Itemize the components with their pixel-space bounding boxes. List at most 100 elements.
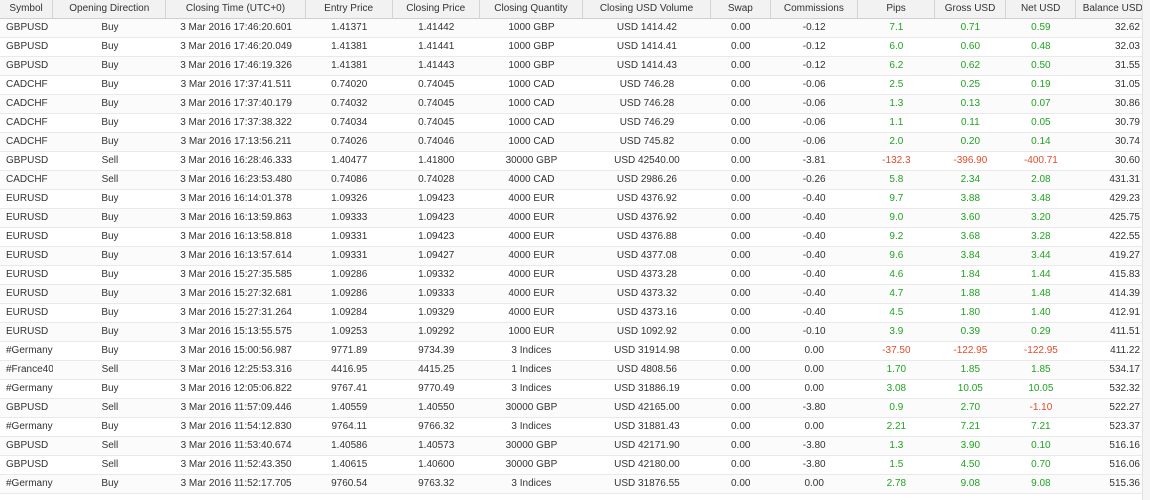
table-row[interactable]: EURUSD Buy 3 Mar 2016 15:27:32.681 1.09286 1… (0, 285, 1150, 304)
cell-entry-price: 0.74086 (331, 174, 368, 185)
cell-commissions: -3.80 (802, 459, 826, 470)
cell-symbol: GBPUSD (6, 41, 49, 52)
cell-commissions: -0.06 (802, 98, 826, 109)
table-row[interactable]: CADCHF Buy 3 Mar 2016 17:13:56.211 0.74026 0… (0, 133, 1150, 152)
cell-pips: 1.70 (886, 364, 907, 375)
cell-entry-price: 1.09331 (331, 250, 368, 261)
table-row[interactable]: CADCHF Buy 3 Mar 2016 17:37:41.511 0.74020 0… (0, 76, 1150, 95)
table-row[interactable]: #Germany30 Buy 3 Mar 2016 12:05:06.822 9767… (0, 380, 1150, 399)
cell-gross-usd: 9.08 (960, 478, 981, 489)
cell-pips: 2.78 (886, 478, 907, 489)
table-row[interactable]: EURUSD Buy 3 Mar 2016 15:27:31.264 1.09284 1… (0, 304, 1150, 323)
cell-closing-usd-volume: USD 42165.00 (614, 402, 680, 413)
cell-closing-price: 0.74028 (418, 174, 455, 185)
cell-commissions: -0.06 (802, 117, 826, 128)
cell-closing-usd-volume: USD 746.28 (619, 98, 675, 109)
cell-symbol: GBPUSD (6, 22, 49, 33)
cell-pips: 3.08 (886, 383, 907, 394)
cell-closing-quantity: 4000 EUR (508, 307, 555, 318)
cell-closing-quantity: 3 Indices (511, 345, 552, 356)
table-row[interactable]: #Germany30 Buy 3 Mar 2016 11:52:17.705 9760… (0, 475, 1150, 494)
trade-history-table: Symbol Opening Direction Closing Time (UTC… (0, 0, 1150, 494)
table-row[interactable]: #Germany30 Buy 3 Mar 2016 15:00:56.987 9771… (0, 342, 1150, 361)
cell-entry-price: 1.40559 (331, 402, 368, 413)
cell-symbol: CADCHF (6, 136, 48, 147)
table-row[interactable]: CADCHF Sell 3 Mar 2016 16:23:53.480 0.74086… (0, 171, 1150, 190)
table-row[interactable]: GBPUSD Buy 3 Mar 2016 17:46:19.326 1.41381 1… (0, 57, 1150, 76)
column-header-commissions[interactable]: Commissions (771, 0, 858, 18)
cell-closing-usd-volume: USD 2986.26 (616, 174, 677, 185)
table-row[interactable]: EURUSD Buy 3 Mar 2016 15:27:35.585 1.09286 1… (0, 266, 1150, 285)
cell-closing-quantity: 4000 EUR (508, 269, 555, 280)
cell-closing-time: 3 Mar 2016 17:37:40.179 (180, 98, 292, 109)
cell-swap: 0.00 (730, 440, 751, 451)
table-row[interactable]: GBPUSD Sell 3 Mar 2016 11:57:09.446 1.40559… (0, 399, 1150, 418)
column-header-closing-quantity[interactable]: Closing Quantity (480, 0, 584, 18)
table-row[interactable]: GBPUSD Sell 3 Mar 2016 11:53:40.674 1.40586… (0, 437, 1150, 456)
cell-commissions: -0.12 (802, 22, 826, 33)
cell-commissions: -0.40 (802, 193, 826, 204)
table-row[interactable]: EURUSD Buy 3 Mar 2016 15:13:55.575 1.09253 1… (0, 323, 1150, 342)
cell-closing-time: 3 Mar 2016 11:52:43.350 (180, 459, 292, 470)
cell-balance-usd: 532.32 (1109, 383, 1140, 394)
cell-balance-usd: 30.79 (1114, 117, 1140, 128)
cell-entry-price: 1.41371 (331, 22, 368, 33)
table-row[interactable]: #Germany30 Buy 3 Mar 2016 11:54:12.830 9764… (0, 418, 1150, 437)
cell-symbol: EURUSD (6, 307, 49, 318)
cell-net-usd: 0.50 (1031, 60, 1051, 71)
table-row[interactable]: GBPUSD Sell 3 Mar 2016 11:52:43.350 1.40615… (0, 456, 1150, 475)
cell-closing-quantity: 30000 GBP (505, 155, 558, 166)
cell-closing-quantity: 3 Indices (511, 478, 552, 489)
cell-symbol: EURUSD (6, 250, 49, 261)
cell-gross-usd: 0.60 (960, 41, 981, 52)
column-header-balance-usd[interactable]: Balance USD (1076, 0, 1150, 18)
column-header-swap[interactable]: Swap (711, 0, 771, 18)
cell-net-usd: 0.05 (1031, 117, 1051, 128)
table-row[interactable]: GBPUSD Buy 3 Mar 2016 17:46:20.601 1.41371 1… (0, 19, 1150, 38)
table-row[interactable]: EURUSD Buy 3 Mar 2016 16:14:01.378 1.09326 1… (0, 190, 1150, 209)
table-row[interactable]: EURUSD Buy 3 Mar 2016 16:13:59.863 1.09333 1… (0, 209, 1150, 228)
cell-symbol: EURUSD (6, 269, 49, 280)
cell-closing-usd-volume: USD 4808.56 (616, 364, 677, 375)
table-row[interactable]: EURUSD Buy 3 Mar 2016 16:13:57.614 1.09331 1… (0, 247, 1150, 266)
cell-closing-price: 1.09423 (418, 212, 455, 223)
table-row[interactable]: GBPUSD Sell 3 Mar 2016 16:28:46.333 1.40477… (0, 152, 1150, 171)
cell-opening-direction: Buy (101, 345, 119, 356)
cell-pips: 2.21 (886, 421, 907, 432)
vertical-scrollbar[interactable] (1142, 0, 1150, 500)
cell-closing-quantity: 4000 EUR (508, 231, 555, 242)
column-header-opening-direction[interactable]: Opening Direction (53, 0, 167, 18)
cell-pips: 0.9 (889, 402, 904, 413)
cell-gross-usd: 3.68 (960, 231, 981, 242)
column-header-symbol[interactable]: Symbol (0, 0, 54, 18)
table-row[interactable]: CADCHF Buy 3 Mar 2016 17:37:40.179 0.74032 0… (0, 95, 1150, 114)
cell-gross-usd: 10.05 (957, 383, 983, 394)
column-header-gross-usd[interactable]: Gross USD (935, 0, 1006, 18)
column-header-closing-usd-volume[interactable]: Closing USD Volume (583, 0, 711, 18)
column-header-entry-price[interactable]: Entry Price (306, 0, 393, 18)
column-header-closing-price[interactable]: Closing Price (393, 0, 480, 18)
cell-pips: -37.50 (882, 345, 911, 356)
cell-closing-price: 9763.32 (418, 478, 455, 489)
cell-net-usd: 0.70 (1031, 459, 1051, 470)
table-row[interactable]: #France40 Sell 3 Mar 2016 12:25:53.316 4416… (0, 361, 1150, 380)
cell-commissions: -3.81 (802, 155, 826, 166)
table-row[interactable]: EURUSD Buy 3 Mar 2016 16:13:58.818 1.09331 1… (0, 228, 1150, 247)
cell-entry-price: 9760.54 (331, 478, 368, 489)
cell-balance-usd: 429.23 (1109, 193, 1140, 204)
cell-closing-quantity: 4000 EUR (508, 193, 555, 204)
table-row[interactable]: GBPUSD Buy 3 Mar 2016 17:46:20.049 1.41381 1… (0, 38, 1150, 57)
cell-pips: 4.7 (889, 288, 904, 299)
cell-opening-direction: Buy (101, 326, 119, 337)
cell-net-usd: 10.05 (1028, 383, 1054, 394)
column-header-net-usd[interactable]: Net USD (1006, 0, 1077, 18)
cell-closing-time: 3 Mar 2016 17:37:38.322 (180, 117, 292, 128)
cell-pips: 9.6 (889, 250, 904, 261)
cell-pips: 1.3 (889, 440, 904, 451)
cell-closing-price: 9766.32 (418, 421, 455, 432)
column-header-closing-time[interactable]: Closing Time (UTC+0) (166, 0, 306, 18)
table-row[interactable]: CADCHF Buy 3 Mar 2016 17:37:38.322 0.74034 0… (0, 114, 1150, 133)
cell-net-usd: 9.08 (1031, 478, 1051, 489)
column-header-pips[interactable]: Pips (858, 0, 936, 18)
cell-commissions: 0.00 (804, 478, 824, 489)
